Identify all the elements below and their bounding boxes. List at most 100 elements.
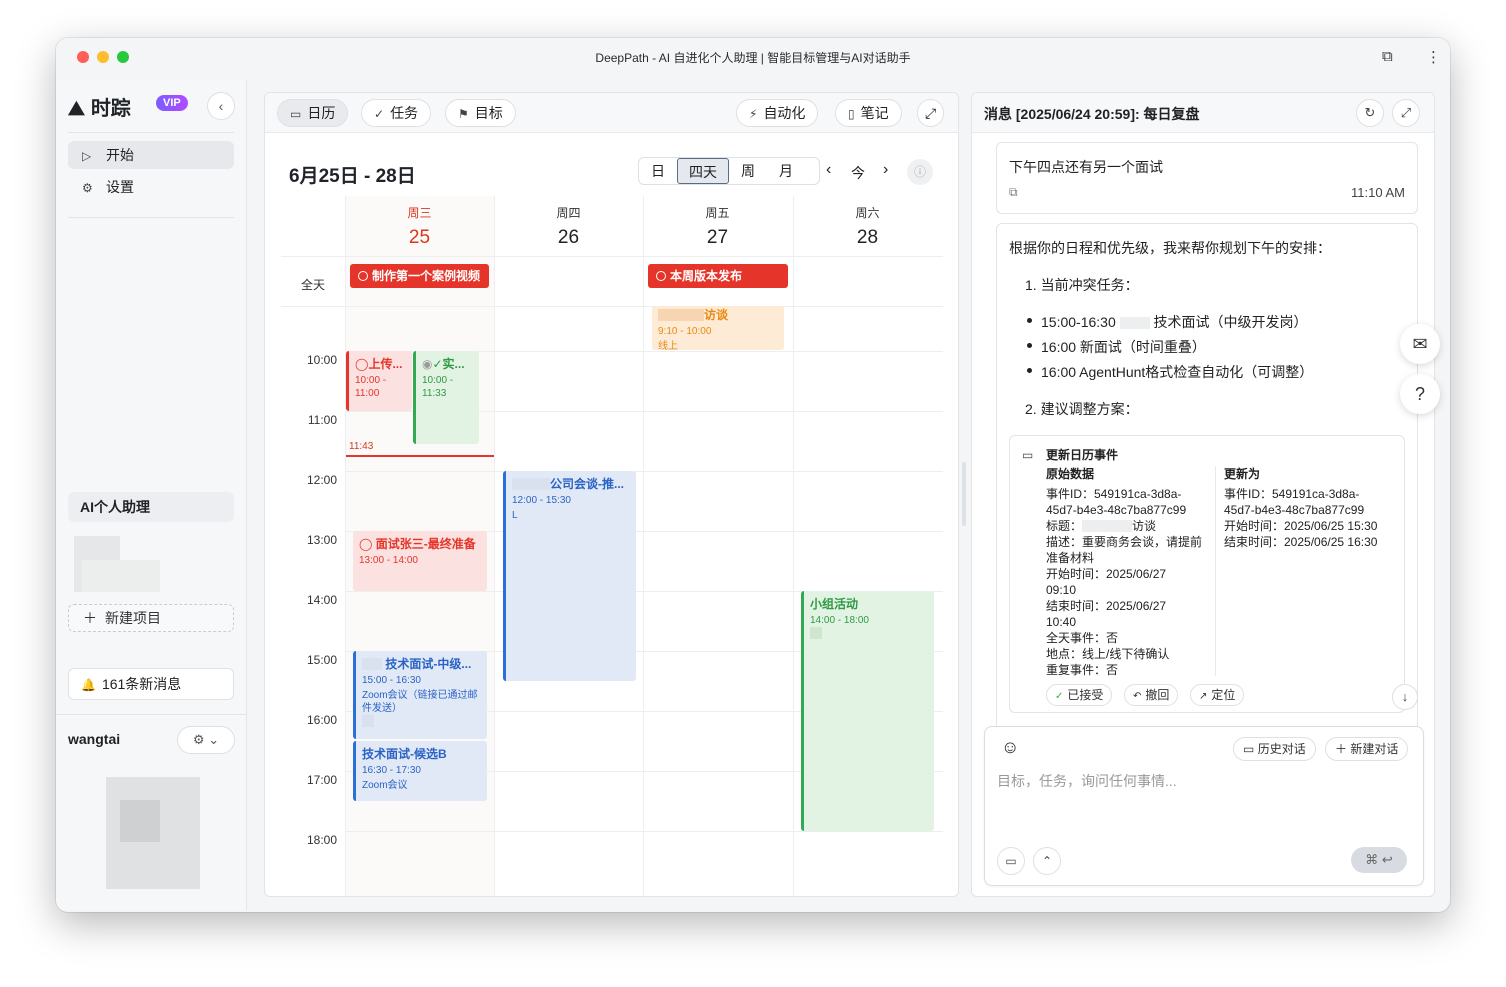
username: wangtai bbox=[68, 731, 121, 747]
blurred-text bbox=[658, 309, 704, 321]
refresh-button[interactable]: ↻ bbox=[1356, 99, 1384, 127]
check-icon: ✓ bbox=[374, 107, 385, 121]
info-icon[interactable]: ⓘ bbox=[907, 159, 933, 185]
circle-icon bbox=[358, 271, 368, 281]
expand-button[interactable]: ⤢ bbox=[917, 99, 945, 127]
field-value: 结束时间：2025/06/25 16:30 bbox=[1224, 535, 1378, 549]
send-button[interactable]: ⌘ ↩ bbox=[1351, 847, 1407, 873]
more-menu-icon[interactable]: ⋮ bbox=[1426, 48, 1441, 66]
calendar-event[interactable]: 技术面试-中级... 15:00 - 16:30 Zoom会议（链接已通过邮件发… bbox=[353, 651, 487, 739]
collapse-sidebar-button[interactable]: ‹ bbox=[207, 92, 235, 120]
notes-button[interactable]: ▯ 笔记 bbox=[835, 99, 902, 127]
copy-icon[interactable]: ⧉ bbox=[1009, 185, 1018, 200]
chat-mode-button[interactable]: ▭ bbox=[997, 847, 1025, 875]
external-link-icon: ↗ bbox=[1199, 691, 1208, 702]
vip-badge[interactable]: VIP bbox=[156, 95, 188, 111]
message-time: 11:10 AM bbox=[1351, 185, 1405, 200]
divider bbox=[68, 132, 234, 133]
bell-icon: 🔔 bbox=[81, 678, 96, 692]
weekday-label: 周五 bbox=[705, 206, 730, 220]
app-name: 时踪 bbox=[90, 98, 131, 120]
day-header[interactable]: 周五 27 bbox=[643, 196, 792, 256]
chat-input[interactable]: 目标，任务，询问任何事情... bbox=[997, 771, 1177, 791]
grid-line bbox=[345, 831, 943, 832]
field-value: 10:40 bbox=[1046, 615, 1077, 629]
button-label: 历史对话 bbox=[1257, 742, 1306, 756]
scroll-down-button[interactable]: ↓ bbox=[1392, 684, 1418, 710]
calendar-event[interactable]: 小组活动 14:00 - 18:00 bbox=[801, 591, 934, 831]
sidebar-item-label: 开始 bbox=[106, 147, 134, 163]
calendar-event[interactable]: ◉✓实... 10:00 - 11:33 bbox=[413, 351, 479, 444]
event-title: 技术面试-中级... bbox=[385, 657, 472, 671]
panel-resize-handle[interactable] bbox=[962, 462, 966, 526]
calendar-event[interactable]: 技术面试-候选B 16:30 - 17:30 Zoom会议 bbox=[353, 741, 487, 801]
event-description: Zoom会议（链接已通过邮件发送） bbox=[362, 690, 478, 714]
user-settings-button[interactable]: ⚙ ⌄ bbox=[177, 726, 235, 754]
allday-event[interactable]: 制作第一个案例视频 bbox=[350, 264, 489, 288]
event-title: 公司会谈-推... bbox=[550, 477, 624, 491]
calendar-event[interactable]: ◯上传... 10:00 - 11:00 bbox=[346, 351, 412, 411]
event-time: 10:00 - 11:00 bbox=[355, 375, 387, 399]
grid-line bbox=[281, 256, 943, 257]
ai-assistant-section[interactable]: AI个人助理 bbox=[68, 492, 234, 522]
field-value: 09:10 bbox=[1046, 583, 1077, 597]
view-four-days[interactable]: 四天 bbox=[677, 158, 729, 184]
tab-tasks[interactable]: ✓ 任务 bbox=[361, 99, 432, 127]
grid-line bbox=[281, 306, 943, 307]
time-label: 14:00 bbox=[306, 593, 337, 607]
expand-button[interactable]: ⤢ bbox=[1392, 99, 1420, 127]
calendar-event[interactable]: ◯ 面试张三-最终准备 13:00 - 14:00 bbox=[353, 531, 487, 591]
button-label: 定位 bbox=[1211, 688, 1236, 702]
flag-icon: ⚑ bbox=[458, 107, 469, 121]
locate-button[interactable]: ↗ 定位 bbox=[1190, 684, 1245, 706]
tab-goals[interactable]: ⚑ 目标 bbox=[445, 99, 516, 127]
expand-icon: ⤢ bbox=[925, 105, 937, 121]
allday-event[interactable]: 本周版本发布 bbox=[648, 264, 788, 288]
day-header[interactable]: 周三 25 bbox=[345, 196, 494, 256]
view-week[interactable]: 周 bbox=[729, 158, 767, 184]
today-button[interactable]: 今 bbox=[851, 163, 865, 183]
time-label: 17:00 bbox=[306, 773, 337, 787]
new-project-button[interactable]: ＋ 新建项目 bbox=[68, 604, 234, 632]
chevron-right-icon[interactable]: › bbox=[883, 161, 888, 179]
original-data-column: 原始数据 事件ID：549191ca-3d8a- 45d7-b4e3-48c7b… bbox=[1046, 466, 1210, 678]
wechat-icon[interactable]: ✉ bbox=[1400, 324, 1440, 364]
divider bbox=[56, 714, 247, 715]
grid-line bbox=[494, 196, 495, 896]
time-label: 11:00 bbox=[307, 413, 337, 427]
blurred-text bbox=[362, 658, 382, 670]
view-month[interactable]: 月 bbox=[767, 158, 805, 184]
bullet bbox=[1027, 343, 1032, 348]
current-time-line bbox=[346, 455, 494, 457]
event-location: 线上 bbox=[658, 341, 678, 350]
message-text: 2. 建议调整方案： bbox=[1025, 401, 1139, 417]
sidebar-item-start[interactable]: ▷ 开始 bbox=[68, 141, 234, 169]
sidebar-item-settings[interactable]: ⚙ 设置 bbox=[68, 173, 234, 201]
notifications-button[interactable]: 🔔 161条新消息 bbox=[68, 668, 234, 700]
expand-up-button[interactable]: ⌃ bbox=[1033, 847, 1061, 875]
day-header[interactable]: 周四 26 bbox=[494, 196, 643, 256]
chevron-left-icon[interactable]: ‹ bbox=[826, 161, 831, 179]
chat-panel: 消息 [2025/06/24 20:59]: 每日复盘 ↻ ⤢ 下午四点还有另一… bbox=[971, 92, 1435, 897]
grid-line bbox=[643, 196, 644, 896]
help-icon[interactable]: ? bbox=[1400, 374, 1440, 414]
automation-button[interactable]: ⚡ 自动化 bbox=[736, 99, 819, 127]
day-header[interactable]: 周六 28 bbox=[793, 196, 942, 256]
accepted-button[interactable]: ✓ 已接受 bbox=[1046, 684, 1113, 706]
circle-icon: ◉ bbox=[422, 357, 433, 371]
time-label: 13:00 bbox=[306, 533, 337, 547]
mountain-logo-icon: ⛰ bbox=[68, 98, 85, 120]
extension-icon[interactable]: ⧉ bbox=[1382, 48, 1393, 65]
message-text: 根据你的日程和优先级，我来帮你规划下午的安排： bbox=[1009, 240, 1331, 256]
calendar-event[interactable]: 公司会谈-推... 12:00 - 15:30 L bbox=[503, 471, 636, 681]
history-button[interactable]: ▭ 历史对话 bbox=[1233, 737, 1316, 761]
view-day[interactable]: 日 bbox=[639, 158, 677, 184]
tab-calendar[interactable]: ▭ 日历 bbox=[277, 99, 349, 127]
undo-button[interactable]: ↶ 撤回 bbox=[1124, 684, 1179, 706]
calendar-icon: ▭ bbox=[290, 107, 302, 121]
event-title: ✓实... bbox=[432, 357, 465, 371]
updated-data-column: 更新为 事件ID：549191ca-3d8a- 45d7-b4e3-48c7ba… bbox=[1224, 466, 1402, 550]
message-text: 下午四点还有另一个面试 bbox=[1009, 159, 1163, 175]
new-chat-button[interactable]: ＋ 新建对话 bbox=[1325, 737, 1409, 761]
calendar-event[interactable]: 访谈 9:10 - 10:00 线上 bbox=[652, 306, 784, 350]
